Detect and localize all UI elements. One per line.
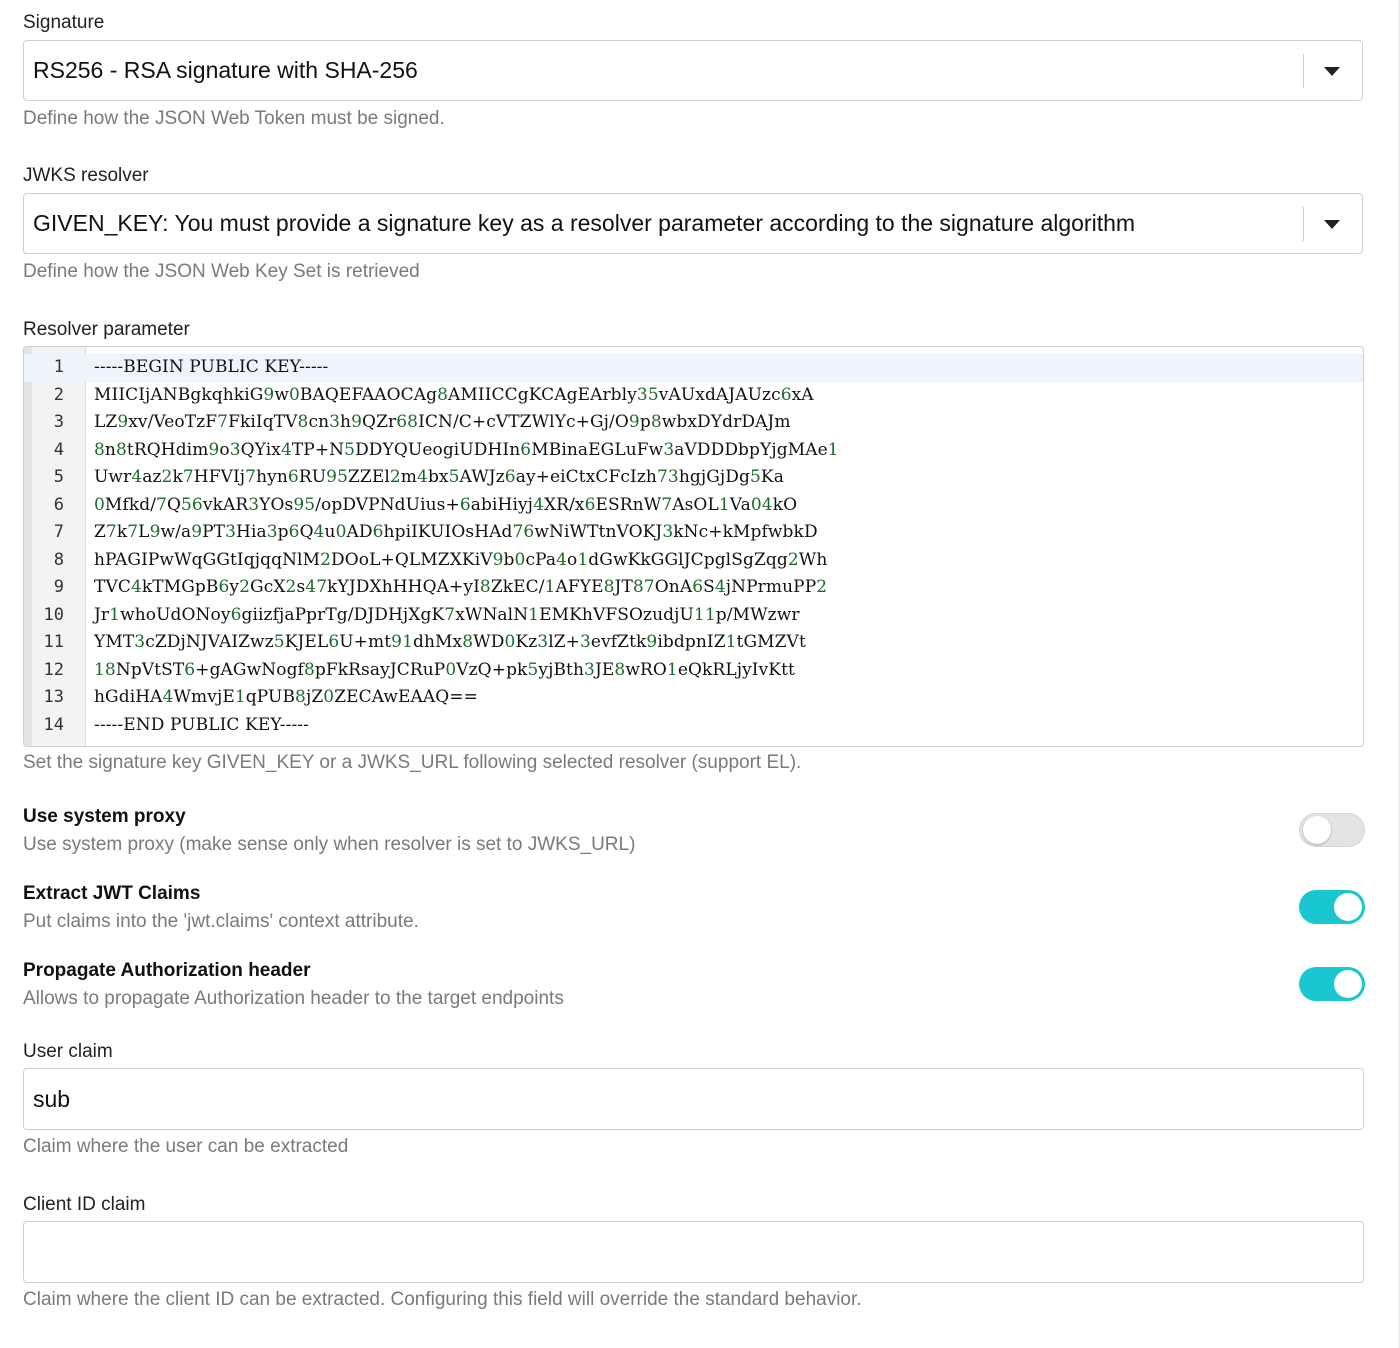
- code-line-text: 18NpVtST6+gAGwNogf8pFkRsayJCRuP0VzQ+pk5y…: [94, 659, 795, 680]
- client-id-claim-label: Client ID claim: [23, 1194, 146, 1215]
- line-number: 1: [53, 357, 64, 377]
- code-line: 9 TVC4kTMGpB6y2GcX2s47kYJDXhHHQA+yI8ZkEC/…: [24, 574, 1363, 602]
- propagate-auth-header-title: Propagate Authorization header: [23, 960, 311, 981]
- code-line-text: Jr1whoUdONoy6giizfjaPprTg/DJDHjXgK7xWNal…: [94, 604, 800, 625]
- use-system-proxy-title: Use system proxy: [23, 806, 186, 827]
- propagate-auth-header-toggle[interactable]: [1299, 967, 1365, 1001]
- resolver-parameter-label: Resolver parameter: [23, 319, 190, 340]
- line-number: 4: [53, 439, 64, 460]
- jwks-resolver-hint: Define how the JSON Web Key Set is retri…: [23, 261, 420, 282]
- line-number: 13: [43, 687, 64, 707]
- extract-jwt-claims-toggle[interactable]: [1299, 890, 1365, 924]
- chevron-down-icon[interactable]: [1324, 67, 1340, 76]
- resolver-parameter-code-editor[interactable]: 1 -----BEGIN PUBLIC KEY----- 2 MIICIjANBgkq…: [23, 346, 1364, 747]
- user-claim-label: User claim: [23, 1041, 113, 1062]
- jwks-resolver-select[interactable]: GIVEN_KEY: You must provide a signature …: [23, 193, 1363, 254]
- code-line: 2 MIICIjANBgkqhkiG9w0BAQEFAAOCAg8AMIICCgK…: [24, 382, 1363, 410]
- line-number: 7: [53, 522, 64, 542]
- signature-select-value: RS256 - RSA signature with SHA-256: [33, 57, 418, 83]
- select-separator: [1303, 54, 1304, 88]
- line-number: 10: [43, 604, 64, 625]
- code-line-text: 0Mfkd/7Q56vkAR3YOs95/opDVPNdUius+6abiHiy…: [94, 494, 798, 515]
- line-number: 14: [43, 714, 64, 735]
- propagate-auth-header-description: Allows to propagate Authorization header…: [23, 988, 564, 1009]
- toggle-knob: [1334, 893, 1362, 921]
- extract-jwt-claims-description: Put claims into the 'jwt.claims' context…: [23, 911, 419, 932]
- line-number: 8: [53, 549, 64, 570]
- user-claim-input[interactable]: [23, 1068, 1364, 1130]
- resolver-parameter-hint: Set the signature key GIVEN_KEY or a JWK…: [23, 752, 802, 773]
- line-number: 5: [53, 467, 64, 487]
- code-line-text: MIICIjANBgkqhkiG9w0BAQEFAAOCAg8AMIICCgKC…: [94, 384, 814, 405]
- code-line-text: Z7k7L9w/a9PT3Hia3p6Q4u0AD6hpiIKUIOsHAd76…: [94, 522, 818, 542]
- line-number: 6: [53, 494, 64, 515]
- code-line-text: TVC4kTMGpB6y2GcX2s47kYJDXhHHQA+yI8ZkEC/1…: [94, 577, 828, 597]
- signature-hint: Define how the JSON Web Token must be si…: [23, 108, 445, 129]
- code-line: 4 8n8tRQHdim9o3QYix4TP+N5DDYQUeogiUDHIn6M…: [24, 437, 1363, 465]
- signature-label: Signature: [23, 12, 105, 33]
- code-line: 5 Uwr4az2k7HFVIj7hyn6RU95ZZEl2m4bx5AWJz6a…: [24, 464, 1363, 492]
- line-number: 12: [43, 659, 64, 680]
- code-line: 8 hPAGIPwWqGGtIqjqqNlM2DOoL+QLMZXKiV9b0cP…: [24, 547, 1363, 575]
- toggle-knob: [1303, 815, 1331, 844]
- code-line-text: LZ9xv/VeoTzF7FkiIqTV8cn3h9QZr68ICN/C+cVT…: [94, 412, 791, 432]
- code-line: 13 hGdiHA4WmvjE1qPUB8jZ0ZECAwEAAQ==: [24, 684, 1363, 712]
- line-number: 2: [53, 384, 64, 405]
- code-line-text: -----BEGIN PUBLIC KEY-----: [94, 357, 329, 377]
- code-line-text: hPAGIPwWqGGtIqjqqNlM2DOoL+QLMZXKiV9b0cPa…: [94, 549, 828, 570]
- jwks-resolver-select-value: GIVEN_KEY: You must provide a signature …: [33, 210, 1136, 236]
- code-line: 6 0Mfkd/7Q56vkAR3YOs95/opDVPNdUius+6abiHi…: [24, 492, 1363, 520]
- user-claim-hint: Claim where the user can be extracted: [23, 1136, 349, 1157]
- code-line: 14 -----END PUBLIC KEY-----: [24, 712, 1363, 740]
- jwks-resolver-label: JWKS resolver: [23, 165, 149, 186]
- toggle-knob: [1334, 970, 1362, 998]
- client-id-claim-hint: Claim where the client ID can be extract…: [23, 1289, 862, 1310]
- code-line-text: 8n8tRQHdim9o3QYix4TP+N5DDYQUeogiUDHIn6MB…: [94, 439, 839, 460]
- line-number: 9: [53, 577, 64, 597]
- code-line: 12 18NpVtST6+gAGwNogf8pFkRsayJCRuP0VzQ+pk…: [24, 657, 1363, 685]
- code-line: 7 Z7k7L9w/a9PT3Hia3p6Q4u0AD6hpiIKUIOsHAd7…: [24, 519, 1363, 547]
- code-line-text: Uwr4az2k7HFVIj7hyn6RU95ZZEl2m4bx5AWJz6ay…: [94, 467, 784, 487]
- select-separator: [1303, 207, 1304, 241]
- extract-jwt-claims-title: Extract JWT Claims: [23, 883, 201, 904]
- chevron-down-icon[interactable]: [1324, 220, 1340, 229]
- line-number: 3: [53, 412, 64, 432]
- code-line: 11 YMT3cZDjNJVAIZwz5KJEL6U+mt91dhMx8WD0Kz…: [24, 629, 1363, 657]
- signature-select[interactable]: RS256 - RSA signature with SHA-256: [23, 40, 1363, 101]
- line-number: 11: [43, 632, 64, 652]
- code-line: 1 -----BEGIN PUBLIC KEY-----: [24, 354, 1363, 382]
- use-system-proxy-description: Use system proxy (make sense only when r…: [23, 834, 636, 855]
- code-line-text: YMT3cZDjNJVAIZwz5KJEL6U+mt91dhMx8WD0Kz3l…: [94, 632, 806, 652]
- code-line-text: hGdiHA4WmvjE1qPUB8jZ0ZECAwEAAQ==: [94, 687, 478, 707]
- code-line-text: -----END PUBLIC KEY-----: [94, 714, 309, 735]
- code-line: 3 LZ9xv/VeoTzF7FkiIqTV8cn3h9QZr68ICN/C+cV…: [24, 409, 1363, 437]
- use-system-proxy-toggle[interactable]: [1299, 813, 1365, 847]
- code-line: 10 Jr1whoUdONoy6giizfjaPprTg/DJDHjXgK7xWN…: [24, 602, 1363, 630]
- client-id-claim-input[interactable]: [23, 1221, 1364, 1283]
